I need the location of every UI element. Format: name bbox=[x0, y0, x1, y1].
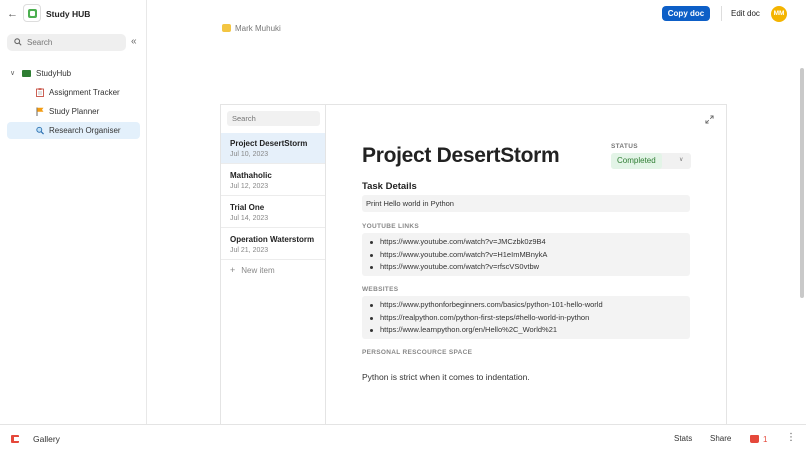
list-item-date: Jul 12, 2023 bbox=[230, 183, 269, 190]
list-item[interactable]: https://realpython.com/python-first-step… bbox=[370, 312, 603, 325]
sidebar-item-label: Study Planner bbox=[49, 107, 100, 116]
youtube-links-label: YOUTUBE LINKS bbox=[362, 223, 419, 230]
sidebar-item-label: Research Organiser bbox=[49, 126, 121, 135]
list-item-title: Trial One bbox=[230, 203, 265, 212]
personal-resource-text[interactable]: Python is strict when it comes to indent… bbox=[362, 372, 530, 382]
collapse-sidebar-icon[interactable]: « bbox=[131, 36, 137, 48]
list-search-input[interactable] bbox=[227, 111, 320, 126]
sidebar-item-assignment-tracker[interactable]: Assignment Tracker bbox=[7, 84, 140, 101]
avatar[interactable]: MM bbox=[771, 6, 787, 22]
new-item-button[interactable]: + New item bbox=[230, 265, 275, 275]
sidebar-item-label: Assignment Tracker bbox=[49, 88, 120, 97]
list-item-title: Operation Waterstorm bbox=[230, 235, 315, 244]
list-item-mathaholic[interactable]: Mathaholic Jul 12, 2023 bbox=[221, 165, 325, 196]
list-item[interactable]: https://www.youtube.com/watch?v=H1eImMBn… bbox=[370, 249, 547, 262]
plus-icon: + bbox=[230, 265, 236, 275]
youtube-links-field[interactable]: https://www.youtube.com/watch?v=JMCzbk0z… bbox=[362, 233, 690, 276]
websites-label: WEBSITES bbox=[362, 286, 399, 293]
youtube-links-list: https://www.youtube.com/watch?v=JMCzbk0z… bbox=[370, 236, 547, 274]
list-item-project-desertstorm[interactable]: Project DesertStorm Jul 10, 2023 bbox=[221, 133, 325, 164]
doc-title: Project DesertStorm bbox=[362, 144, 560, 167]
copy-doc-button[interactable]: Copy doc bbox=[662, 6, 710, 21]
app-title: Study HUB bbox=[46, 9, 91, 19]
like-count: 1 bbox=[763, 434, 768, 444]
list-item-trial-one[interactable]: Trial One Jul 14, 2023 bbox=[221, 197, 325, 228]
sidebar-item-label: StudyHub bbox=[36, 69, 72, 78]
list-item-date: Jul 21, 2023 bbox=[230, 247, 269, 254]
sidebar: ← Study HUB « ∨ StudyHub Assignment Trac… bbox=[0, 0, 147, 424]
task-details-heading: Task Details bbox=[362, 181, 417, 192]
sidebar-item-research-organiser[interactable]: Research Organiser bbox=[7, 122, 140, 139]
clipboard-icon bbox=[36, 88, 44, 97]
stats-button[interactable]: Stats bbox=[674, 434, 692, 443]
sidebar-search[interactable] bbox=[7, 34, 126, 51]
list-item-title: Project DesertStorm bbox=[230, 139, 308, 148]
scrollbar[interactable] bbox=[800, 68, 804, 298]
list-item-date: Jul 14, 2023 bbox=[230, 215, 269, 222]
list-item[interactable]: https://www.pythonforbeginners.com/basic… bbox=[370, 299, 603, 312]
chevron-down-icon: ∨ bbox=[679, 157, 684, 163]
status-badge: Completed bbox=[611, 153, 662, 169]
list-item-date: Jul 10, 2023 bbox=[230, 151, 269, 158]
list-item-operation-waterstorm[interactable]: Operation Waterstorm Jul 21, 2023 bbox=[221, 229, 325, 260]
like-button[interactable]: 1 bbox=[750, 433, 767, 445]
status-label: STATUS bbox=[611, 143, 638, 150]
back-arrow-icon[interactable]: ← bbox=[7, 8, 18, 20]
expand-icon[interactable] bbox=[705, 115, 714, 124]
author-crown-icon bbox=[222, 24, 231, 32]
list-item[interactable]: https://www.youtube.com/watch?v=JMCzbk0z… bbox=[370, 236, 547, 249]
author-name[interactable]: Mark Muhuki bbox=[235, 24, 281, 33]
gallery-logo-icon[interactable] bbox=[11, 435, 19, 443]
sidebar-item-study-planner[interactable]: Study Planner bbox=[7, 103, 140, 120]
item-list-pane: Project DesertStorm Jul 10, 2023 Mathaho… bbox=[221, 105, 326, 425]
share-button[interactable]: Share bbox=[710, 434, 731, 443]
websites-list: https://www.pythonforbeginners.com/basic… bbox=[370, 299, 603, 337]
research-organiser-card: Project DesertStorm Jul 10, 2023 Mathaho… bbox=[220, 104, 727, 425]
flag-icon bbox=[36, 107, 44, 116]
list-item-title: Mathaholic bbox=[230, 171, 272, 180]
chevron-down-icon[interactable]: ∨ bbox=[10, 69, 15, 77]
edit-doc-button[interactable]: Edit doc bbox=[731, 9, 760, 18]
status-select[interactable]: Completed ∨ bbox=[611, 153, 691, 169]
bottom-bar: Gallery Stats Share 1 ⋮ bbox=[0, 424, 806, 453]
websites-field[interactable]: https://www.pythonforbeginners.com/basic… bbox=[362, 296, 690, 339]
divider bbox=[721, 6, 722, 21]
chalkboard-icon bbox=[22, 70, 31, 77]
personal-resource-label: PERSONAL RESCOURCE SPACE bbox=[362, 349, 473, 356]
search-icon bbox=[14, 38, 22, 46]
task-details-value: Print Hello world in Python bbox=[366, 199, 454, 208]
magnifier-icon bbox=[36, 126, 44, 135]
more-options-icon[interactable]: ⋮ bbox=[786, 432, 796, 444]
list-item[interactable]: https://www.learnpython.org/en/Hello%2C_… bbox=[370, 324, 603, 337]
app-logo-icon bbox=[23, 4, 41, 22]
sidebar-header: ← Study HUB bbox=[0, 0, 147, 28]
thumbs-up-icon bbox=[750, 435, 759, 443]
new-item-label: New item bbox=[241, 266, 275, 275]
sidebar-item-studyhub[interactable]: ∨ StudyHub bbox=[7, 66, 140, 82]
list-item[interactable]: https://www.youtube.com/watch?v=rfscVS0v… bbox=[370, 261, 547, 274]
sidebar-search-input[interactable] bbox=[27, 34, 122, 51]
task-details-field[interactable]: Print Hello world in Python bbox=[362, 195, 690, 212]
top-bar: Mark Muhuki Copy doc Edit doc MM bbox=[147, 0, 806, 33]
gallery-link[interactable]: Gallery bbox=[33, 434, 60, 444]
